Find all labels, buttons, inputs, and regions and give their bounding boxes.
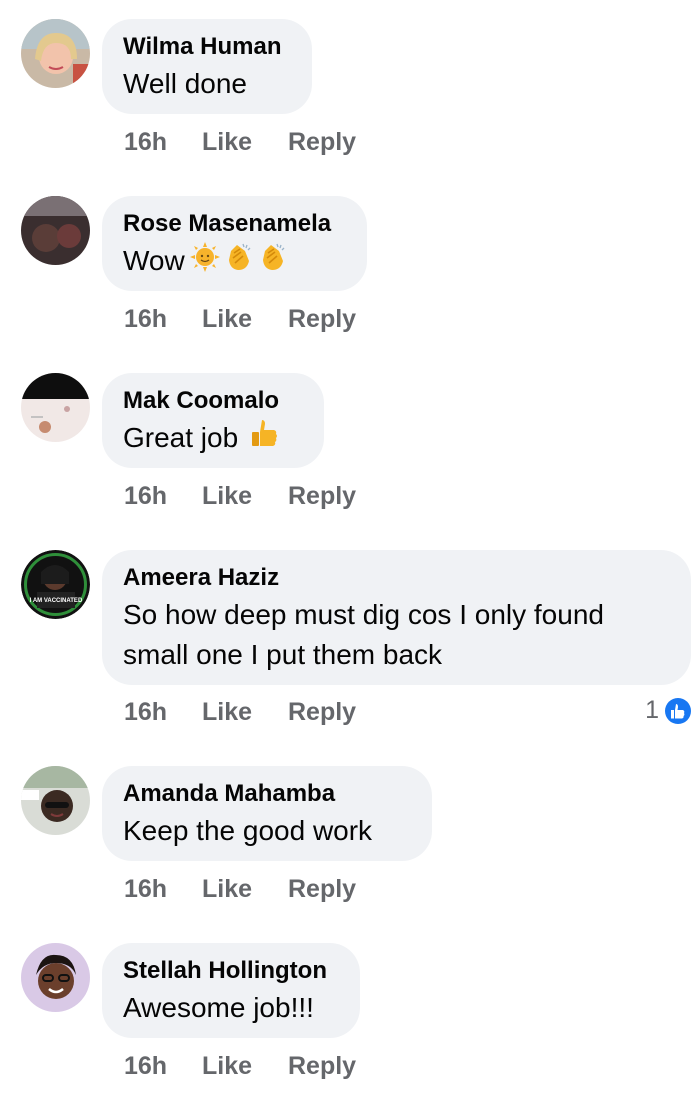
avatar-rose-masenamela[interactable] <box>21 196 90 265</box>
comment-text: Great job <box>123 422 239 453</box>
avatar-amanda-mahamba[interactable] <box>21 766 90 835</box>
comment-timestamp[interactable]: 16h <box>124 482 202 511</box>
comment-author[interactable]: Stellah Hollington <box>123 957 338 985</box>
comment-timestamp[interactable]: 16h <box>124 1052 202 1081</box>
comment-text: Wow <box>123 245 185 276</box>
comment-actions: 16h Like Reply <box>124 1052 356 1081</box>
sun-face-icon <box>189 241 221 284</box>
comment-timestamp[interactable]: 16h <box>124 698 202 727</box>
like-reaction-icon <box>665 697 691 724</box>
avatar-mak-coomalo[interactable] <box>21 373 90 442</box>
comment-actions: 16h Like Reply <box>124 482 356 511</box>
comment-author[interactable]: Mak Coomalo <box>123 387 302 415</box>
reaction-summary[interactable]: 1 <box>645 696 691 725</box>
comment-bubble: Ameera Haziz So how deep must dig cos I … <box>102 550 691 685</box>
comment-bubble: Rose Masenamela Wow <box>102 196 367 291</box>
comment-text-line: small one I put them back <box>123 639 443 670</box>
comment-timestamp[interactable]: 16h <box>124 305 202 334</box>
avatar-ameera-haziz[interactable]: I AM VACCINATED <box>21 550 90 619</box>
comment-actions: 16h Like Reply <box>124 305 356 334</box>
avatar-stellah-hollington[interactable] <box>21 943 90 1012</box>
comment-author[interactable]: Ameera Haziz <box>123 564 669 592</box>
comment-author[interactable]: Wilma Human <box>123 33 290 61</box>
comment-bubble: Mak Coomalo Great job <box>102 373 324 468</box>
clapping-hands-icon <box>223 241 255 284</box>
comment-bubble: Stellah Hollington Awesome job!!! <box>102 943 360 1038</box>
reply-button[interactable]: Reply <box>288 482 356 511</box>
reply-button[interactable]: Reply <box>288 128 356 157</box>
like-button[interactable]: Like <box>202 1052 288 1081</box>
reply-button[interactable]: Reply <box>288 305 356 334</box>
reply-button[interactable]: Reply <box>288 1052 356 1081</box>
avatar-badge-text: I AM VACCINATED <box>30 598 83 604</box>
comment-timestamp[interactable]: 16h <box>124 128 202 157</box>
comment-text: So how deep must dig cos I only found sm… <box>123 595 669 675</box>
comment-actions: 16h Like Reply <box>124 128 356 157</box>
like-button[interactable]: Like <box>202 698 288 727</box>
comment-timestamp[interactable]: 16h <box>124 875 202 904</box>
reaction-count: 1 <box>645 696 659 724</box>
reply-button[interactable]: Reply <box>288 875 356 904</box>
comment-text-row: Wow <box>123 241 345 284</box>
clapping-hands-icon <box>257 241 289 284</box>
comment-bubble: Amanda Mahamba Keep the good work <box>102 766 432 861</box>
comment-text: Well done <box>123 68 248 99</box>
like-button[interactable]: Like <box>202 875 288 904</box>
comment-text-row: Great job <box>123 418 302 461</box>
like-button[interactable]: Like <box>202 305 288 334</box>
reply-button[interactable]: Reply <box>288 698 356 727</box>
comment-author[interactable]: Amanda Mahamba <box>123 780 410 808</box>
like-button[interactable]: Like <box>202 128 288 157</box>
comment-text: Keep the good work <box>123 815 373 846</box>
comment-actions: 16h Like Reply <box>124 875 356 904</box>
comment-bubble: Wilma Human Well done <box>102 19 312 114</box>
comment-text-line: So how deep must dig cos I only found <box>123 599 604 630</box>
avatar-wilma-human[interactable] <box>21 19 90 88</box>
comment-author[interactable]: Rose Masenamela <box>123 210 345 238</box>
thumbs-up-icon <box>248 418 280 461</box>
comment-actions: 16h Like Reply <box>124 698 356 727</box>
like-button[interactable]: Like <box>202 482 288 511</box>
comment-text: Awesome job!!! <box>123 992 314 1023</box>
